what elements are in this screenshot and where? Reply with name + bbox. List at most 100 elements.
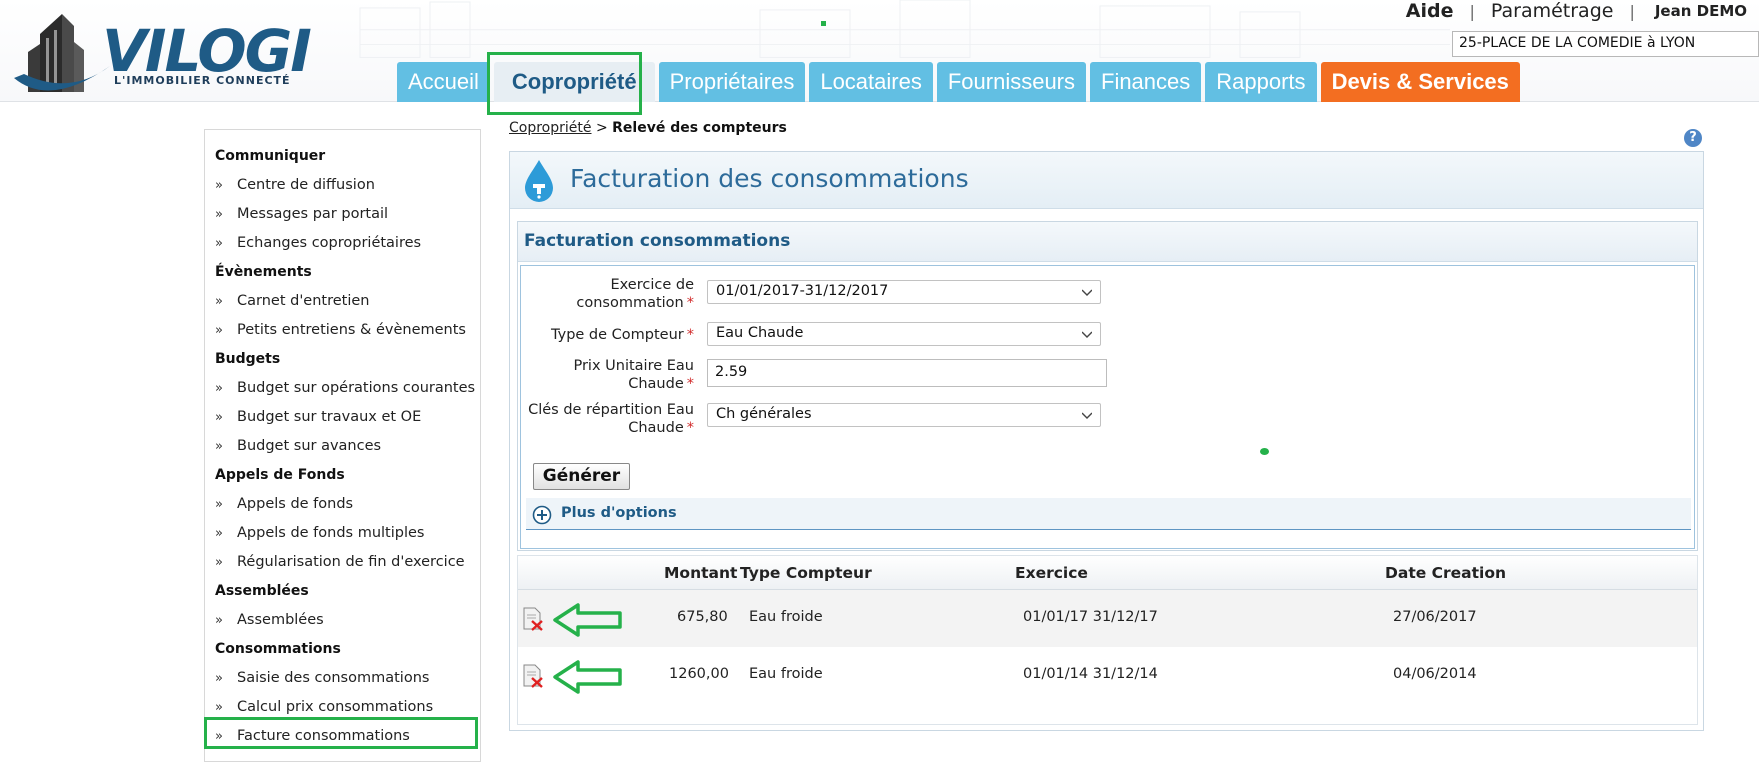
sidebar-item-label: Appels de fonds: [237, 496, 354, 512]
sidebar-item-label: Carnet d'entretien: [237, 293, 370, 309]
table-row: 675,80 Eau froide 01/01/17 31/12/17 27/0…: [518, 590, 1697, 647]
sidebar-section-title: Consommations: [215, 641, 341, 657]
sidebar-section-title: Budgets: [215, 351, 281, 367]
annotation-arrow-icon: [553, 603, 622, 637]
separator: |: [1629, 1, 1635, 21]
breadcrumb-current: Relevé des compteurs: [612, 120, 787, 136]
chevron-double-right-icon: »: [215, 323, 223, 338]
field-row-cles: Clés de répartition Eau Chaude * Ch génér…: [521, 401, 1121, 437]
help-link[interactable]: Aide: [1406, 0, 1454, 22]
sidebar-item-regularisation[interactable]: » Régularisation de fin d'exercice: [205, 548, 480, 577]
user-name[interactable]: Jean DEMO: [1655, 2, 1747, 20]
sidebar-section-title: Communiquer: [215, 148, 326, 164]
tab-proprietaires[interactable]: Propriétaires: [658, 62, 806, 102]
sidebar-item-appels-fonds-multiples[interactable]: » Appels de fonds multiples: [205, 519, 480, 548]
sidebar-item-facture-consommations[interactable]: » Facture consommations: [205, 722, 480, 751]
form-header: Facturation consommations: [518, 222, 1697, 262]
sidebar-item-label: Calcul prix consommations: [237, 699, 434, 715]
panel-title: Facturation des consommations: [570, 164, 969, 193]
sidebar-item-messages-portail[interactable]: » Messages par portail: [205, 200, 480, 229]
sidebar-item-assemblees[interactable]: » Assemblées: [205, 606, 480, 635]
form-title: Facturation consommations: [524, 231, 791, 251]
prix-unitaire-input[interactable]: 2.59: [707, 359, 1107, 387]
column-header-exercice[interactable]: Exercice: [1015, 564, 1088, 582]
annotation-arrow-icon: [553, 660, 622, 694]
sidebar-item-petits-entretiens[interactable]: » Petits entretiens & évènements: [205, 316, 480, 345]
tab-rapports[interactable]: Rapports: [1205, 62, 1317, 102]
sidebar-item-label: Echanges copropriétaires: [237, 235, 422, 251]
tab-accueil[interactable]: Accueil: [397, 62, 490, 102]
chevron-double-right-icon: »: [215, 381, 223, 396]
field-label: Exercice de consommation *: [576, 277, 694, 311]
column-header-date[interactable]: Date Creation: [1385, 564, 1506, 582]
app-header: VILOGI L'IMMOBILIER CONNECTÉ Aide | Para…: [0, 0, 1759, 102]
top-links: Aide | Paramétrage | Jean DEMO: [1406, 0, 1747, 22]
delete-document-icon[interactable]: [522, 607, 544, 631]
sidebar-item-calcul-prix[interactable]: » Calcul prix consommations: [205, 693, 480, 722]
help-icon[interactable]: ?: [1684, 129, 1702, 147]
sidebar-section-title: Assemblées: [215, 583, 309, 599]
billing-form: Facturation consommations Exercice de co…: [517, 221, 1698, 551]
vilogi-logo[interactable]: VILOGI L'IMMOBILIER CONNECTÉ: [10, 4, 330, 100]
sidebar-menu: Communiquer » Centre de diffusion » Messag…: [204, 129, 481, 762]
sidebar-item-label: Appels de fonds multiples: [237, 525, 425, 541]
tab-copropriete[interactable]: Copropriété: [493, 62, 655, 102]
chevron-down-icon: [1082, 412, 1092, 419]
panel-header: Facturation des consommations: [510, 152, 1703, 209]
cell-montant: 1260,00: [669, 666, 729, 682]
sidebar-item-echanges[interactable]: » Echanges copropriétaires: [205, 229, 480, 258]
compteur-type-select[interactable]: Eau Chaude: [707, 322, 1101, 346]
address-selector[interactable]: 25-PLACE DE LA COMEDIE à LYON: [1452, 31, 1759, 57]
table-row: 1260,00 Eau froide 01/01/14 31/12/14 04/…: [518, 647, 1697, 704]
chevron-double-right-icon: »: [215, 613, 223, 628]
more-options-label: Plus d'options: [561, 505, 677, 521]
sidebar-item-label: Assemblées: [237, 612, 324, 628]
cell-date: 27/06/2017: [1393, 609, 1477, 625]
sidebar-item-appels-fonds[interactable]: » Appels de fonds: [205, 490, 480, 519]
breadcrumb-link-copropriete[interactable]: Copropriété: [509, 120, 592, 136]
settings-link[interactable]: Paramétrage: [1491, 0, 1614, 22]
exercice-select[interactable]: 01/01/2017-31/12/2017: [707, 280, 1101, 304]
main-nav-tabs: Accueil Copropriété Propriétaires Locata…: [397, 62, 1520, 102]
field-label: Prix Unitaire Eau Chaude *: [573, 358, 694, 392]
column-header-montant[interactable]: Montant: [664, 564, 737, 582]
logo-tagline: L'IMMOBILIER CONNECTÉ: [114, 74, 291, 87]
chevron-double-right-icon: »: [215, 497, 223, 512]
cles-repartition-select[interactable]: Ch générales: [707, 403, 1101, 427]
sidebar-item-budget-avances[interactable]: » Budget sur avances: [205, 432, 480, 461]
generate-button[interactable]: Générer: [533, 463, 630, 490]
more-options-toggle[interactable]: Plus d'options: [526, 498, 1691, 530]
table-header: Montant Type Compteur Exercice Date Crea…: [518, 556, 1697, 590]
chevron-down-icon: [1082, 289, 1092, 296]
chevron-double-right-icon: »: [215, 526, 223, 541]
sidebar-item-label: Budget sur opérations courantes: [237, 380, 476, 396]
sidebar-item-label: Budget sur travaux et OE: [237, 409, 422, 425]
sidebar-section-title: Appels de Fonds: [215, 467, 345, 483]
field-label: Type de Compteur *: [551, 327, 694, 343]
tab-devis-services[interactable]: Devis & Services: [1320, 62, 1520, 102]
sidebar-item-budget-operations[interactable]: » Budget sur opérations courantes: [205, 374, 480, 403]
sidebar-item-centre-diffusion[interactable]: » Centre de diffusion: [205, 171, 480, 200]
annotation-dot: [821, 21, 826, 26]
chevron-double-right-icon: »: [215, 729, 223, 744]
sidebar-item-label: Centre de diffusion: [237, 177, 375, 193]
water-drop-icon: [525, 160, 553, 202]
chevron-double-right-icon: »: [215, 207, 223, 222]
field-row-type: Type de Compteur * Eau Chaude: [521, 321, 1121, 351]
tab-fournisseurs[interactable]: Fournisseurs: [936, 62, 1086, 102]
sidebar-section-title: Évènements: [215, 264, 312, 280]
delete-document-icon[interactable]: [522, 664, 544, 688]
tab-finances[interactable]: Finances: [1090, 62, 1202, 102]
sidebar-item-label: Budget sur avances: [237, 438, 382, 454]
field-row-prix: Prix Unitaire Eau Chaude * 2.59: [521, 357, 1121, 393]
chevron-double-right-icon: »: [215, 671, 223, 686]
sidebar-item-carnet-entretien[interactable]: » Carnet d'entretien: [205, 287, 480, 316]
cell-type: Eau froide: [749, 609, 823, 625]
breadcrumb: Copropriété > Relevé des compteurs: [509, 120, 787, 136]
column-header-type[interactable]: Type Compteur: [740, 564, 872, 582]
sidebar-item-budget-travaux[interactable]: » Budget sur travaux et OE: [205, 403, 480, 432]
tab-locataires[interactable]: Locataires: [809, 62, 933, 102]
sidebar-item-label: Petits entretiens & évènements: [237, 322, 466, 338]
chevron-double-right-icon: »: [215, 178, 223, 193]
sidebar-item-saisie-consommations[interactable]: » Saisie des consommations: [205, 664, 480, 693]
